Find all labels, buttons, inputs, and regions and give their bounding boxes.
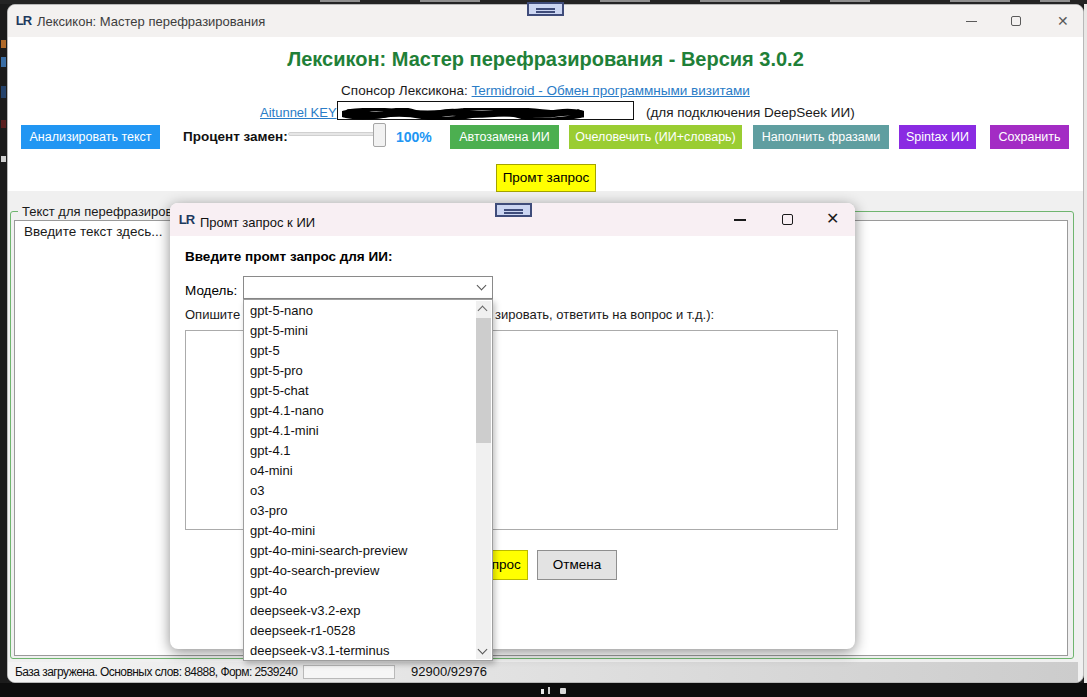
status-bar: База загружена. Основных слов: 84888, Фо… — [8, 662, 1078, 682]
model-option[interactable]: gpt-5-mini — [244, 321, 476, 341]
model-option[interactable]: gpt-4.1-nano — [244, 401, 476, 421]
percent-slider-thumb[interactable] — [373, 123, 386, 147]
scroll-up-icon[interactable] — [478, 306, 488, 316]
status-counter: 92900/92976 — [411, 662, 487, 682]
model-option[interactable]: o3 — [244, 481, 476, 501]
analyze-button[interactable]: Анализировать текст — [21, 125, 160, 149]
percent-slider[interactable] — [288, 132, 379, 136]
page-title: Лексикон: Мастер перефразирования - Верс… — [8, 48, 1083, 71]
model-dropdown-list: gpt-5-nanogpt-5-minigpt-5gpt-5-progpt-5-… — [243, 299, 493, 661]
main-window-title: Лексикон: Мастер перефразирования — [37, 14, 265, 29]
describe-label-left: Опишите ч — [185, 307, 251, 322]
model-option[interactable]: gpt-5-pro — [244, 361, 476, 381]
aitunnel-key-link[interactable]: Aitunnel KEY — [260, 105, 337, 120]
model-option[interactable]: gpt-5-nano — [244, 301, 476, 321]
sponsor-prefix: Спонсор Лексикона: — [341, 83, 471, 98]
model-label: Модель: — [185, 283, 237, 298]
prompt-request-button[interactable]: Промт запрос — [496, 164, 596, 192]
model-option[interactable]: gpt-4o-search-preview — [244, 561, 476, 581]
dialog-logo-icon: LR — [178, 211, 195, 228]
model-option[interactable]: deepseek-r1-0528 — [244, 621, 476, 641]
close-icon[interactable]: ✕ — [1057, 14, 1069, 28]
desktop-left-edge — [0, 4, 7, 683]
chevron-down-icon — [477, 281, 487, 291]
model-option[interactable]: gpt-4.1 — [244, 441, 476, 461]
model-option[interactable]: o4-mini — [244, 461, 476, 481]
model-option[interactable]: deepseek-v3.1-terminus — [244, 641, 476, 661]
deepseek-note: (для подключения DeepSeek ИИ) — [646, 105, 855, 120]
dialog-minimize-icon[interactable] — [734, 219, 746, 221]
status-progressbar — [303, 665, 395, 679]
dialog-maximize-icon[interactable] — [782, 214, 793, 225]
percent-value: 100% — [396, 125, 432, 149]
humanize-button[interactable]: Очеловечить (ИИ+словарь) — [569, 125, 742, 149]
fill-phrases-button[interactable]: Наполнить фразами — [753, 125, 889, 149]
percent-label: Процент замен: — [183, 125, 288, 149]
enter-prompt-label: Введите промт запрос для ИИ: — [185, 249, 392, 264]
model-option[interactable]: gpt-4o — [244, 581, 476, 601]
cancel-button[interactable]: Отмена — [537, 550, 617, 580]
save-button[interactable]: Сохранить — [990, 125, 1069, 149]
model-option[interactable]: gpt-5-chat — [244, 381, 476, 401]
dropdown-scrollbar[interactable] — [476, 301, 491, 659]
scrollbar-thumb[interactable] — [476, 318, 491, 443]
model-combobox[interactable] — [243, 276, 493, 299]
minimize-icon[interactable] — [966, 21, 977, 22]
describe-label-right: зировать, ответить на вопрос и т.д.): — [495, 307, 714, 322]
model-option[interactable]: gpt-4o-mini-search-preview — [244, 541, 476, 561]
model-option[interactable]: o3-pro — [244, 501, 476, 521]
dialog-snap-layout-tab — [495, 203, 532, 217]
dialog-title: Промт запрос к ИИ — [200, 213, 315, 231]
source-text-placeholder: Введите текст здесь... — [24, 224, 163, 239]
snap-layout-tab — [527, 2, 564, 16]
spintax-button[interactable]: Spintax ИИ — [899, 125, 976, 149]
model-option[interactable]: deepseek-v3.2-exp — [244, 601, 476, 621]
scroll-down-icon[interactable] — [478, 645, 488, 655]
taskbar — [0, 683, 1087, 697]
api-key-input[interactable] — [337, 101, 634, 120]
model-option[interactable]: gpt-4.1-mini — [244, 421, 476, 441]
redacted-key — [342, 106, 584, 117]
app-logo-icon: LR — [15, 12, 32, 29]
sponsor-link[interactable]: Termidroid - Обмен программными визитами — [472, 83, 750, 98]
dialog-close-icon[interactable]: ✕ — [826, 211, 839, 227]
sponsor-line: Спонсор Лексикона: Termidroid - Обмен пр… — [8, 83, 1083, 98]
model-option[interactable]: gpt-4o-mini — [244, 521, 476, 541]
autoreplace-button[interactable]: Автозамена ИИ — [450, 125, 559, 149]
maximize-icon[interactable] — [1011, 16, 1021, 26]
model-option[interactable]: gpt-5 — [244, 341, 476, 361]
status-text: База загружена. Основных слов: 84888, Фо… — [15, 662, 297, 682]
